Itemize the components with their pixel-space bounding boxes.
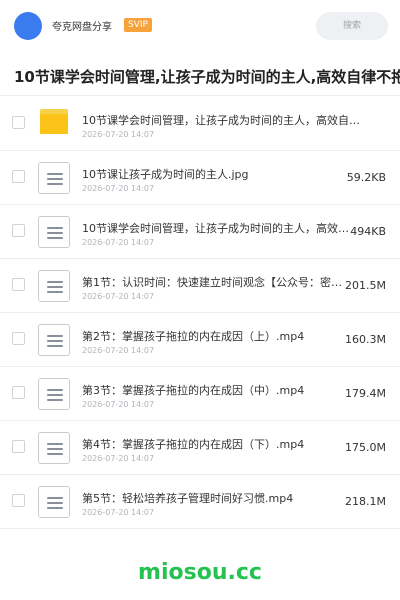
row-checkbox[interactable] [12,332,25,345]
file-name: 第3节：掌握孩子拖拉的内在成因（中）.mp4 [82,384,305,397]
file-name: 第5节：轻松培养孩子管理时间好习惯.mp4 [82,492,294,505]
row-checkbox[interactable] [12,170,25,183]
file-list: 10节课学会时间管理，让孩子成为时间的主人，高效自律不拖 2026-07-20 … [0,97,400,529]
brand-name: 夸克网盘分享 [52,22,112,33]
list-item[interactable]: 第4节：掌握孩子拖拉的内在成因（下）.mp4 2026-07-20 14:07 … [0,421,400,475]
file-size: 201.5M [345,279,386,292]
file-size: 494KB [350,225,386,238]
watermark: miosou.cc [138,560,262,585]
file-date: 2026-07-20 14:07 [82,292,155,301]
list-item[interactable]: 10节课学会时间管理，让孩子成为时间的主人，高效自律不拖 2026-07-20 … [0,97,400,151]
row-checkbox[interactable] [12,224,25,237]
file-date: 2026-07-20 14:07 [82,184,155,193]
file-size: 59.2KB [346,171,386,184]
file-date: 2026-07-20 14:07 [82,508,155,517]
search-button[interactable]: 搜索 [316,12,388,40]
file-icon [38,270,70,302]
file-date: 2026-07-20 14:07 [82,130,155,139]
file-name: 第1节：认识时间：快速建立时间观念【公众号：密知圈 [82,276,350,289]
row-checkbox[interactable] [12,278,25,291]
list-item[interactable]: 10节课学会时间管理，让孩子成为时间的主人，高效自律不拖 2026-07-20 … [0,205,400,259]
row-checkbox[interactable] [12,116,25,129]
file-date: 2026-07-20 14:07 [82,346,155,355]
file-date: 2026-07-20 14:07 [82,454,155,463]
file-size: 160.3M [345,333,386,346]
file-date: 2026-07-20 14:07 [82,400,155,409]
svip-badge: SVIP [124,18,152,32]
list-item[interactable]: 第3节：掌握孩子拖拉的内在成因（中）.mp4 2026-07-20 14:07 … [0,367,400,421]
file-icon [38,162,70,194]
row-checkbox[interactable] [12,386,25,399]
header: 夸克网盘分享 SVIP 搜索 [0,0,400,52]
file-icon [38,486,70,518]
file-icon [38,378,70,410]
file-icon [38,324,70,356]
folder-title-bar: 10节课学会时间管理,让孩子成为时间的主人,高效自律不拖 [0,52,400,96]
file-name: 第2节：掌握孩子拖拉的内在成因（上）.mp4 [82,330,305,343]
list-item[interactable]: 第5节：轻松培养孩子管理时间好习惯.mp4 2026-07-20 14:07 2… [0,475,400,529]
list-item[interactable]: 第2节：掌握孩子拖拉的内在成因（上）.mp4 2026-07-20 14:07 … [0,313,400,367]
file-icon [38,216,70,248]
list-item[interactable]: 第1节：认识时间：快速建立时间观念【公众号：密知圈 2026-07-20 14:… [0,259,400,313]
folder-title: 10节课学会时间管理,让孩子成为时间的主人,高效自律不拖 [14,68,400,86]
file-size: 218.1M [345,495,386,508]
file-icon [38,432,70,464]
file-size: 179.4M [345,387,386,400]
row-checkbox[interactable] [12,494,25,507]
file-name: 第4节：掌握孩子拖拉的内在成因（下）.mp4 [82,438,305,451]
file-size: 175.0M [345,441,386,454]
row-checkbox[interactable] [12,440,25,453]
avatar[interactable] [14,12,42,40]
file-name: 10节课让孩子成为时间的主人.jpg [82,168,249,181]
list-item[interactable]: 10节课让孩子成为时间的主人.jpg 2026-07-20 14:07 59.2… [0,151,400,205]
file-name: 10节课学会时间管理，让孩子成为时间的主人，高效自律不拖 [82,114,360,127]
file-date: 2026-07-20 14:07 [82,238,155,247]
file-name: 10节课学会时间管理，让孩子成为时间的主人，高效自律不拖 [82,222,350,235]
folder-icon [40,109,68,134]
